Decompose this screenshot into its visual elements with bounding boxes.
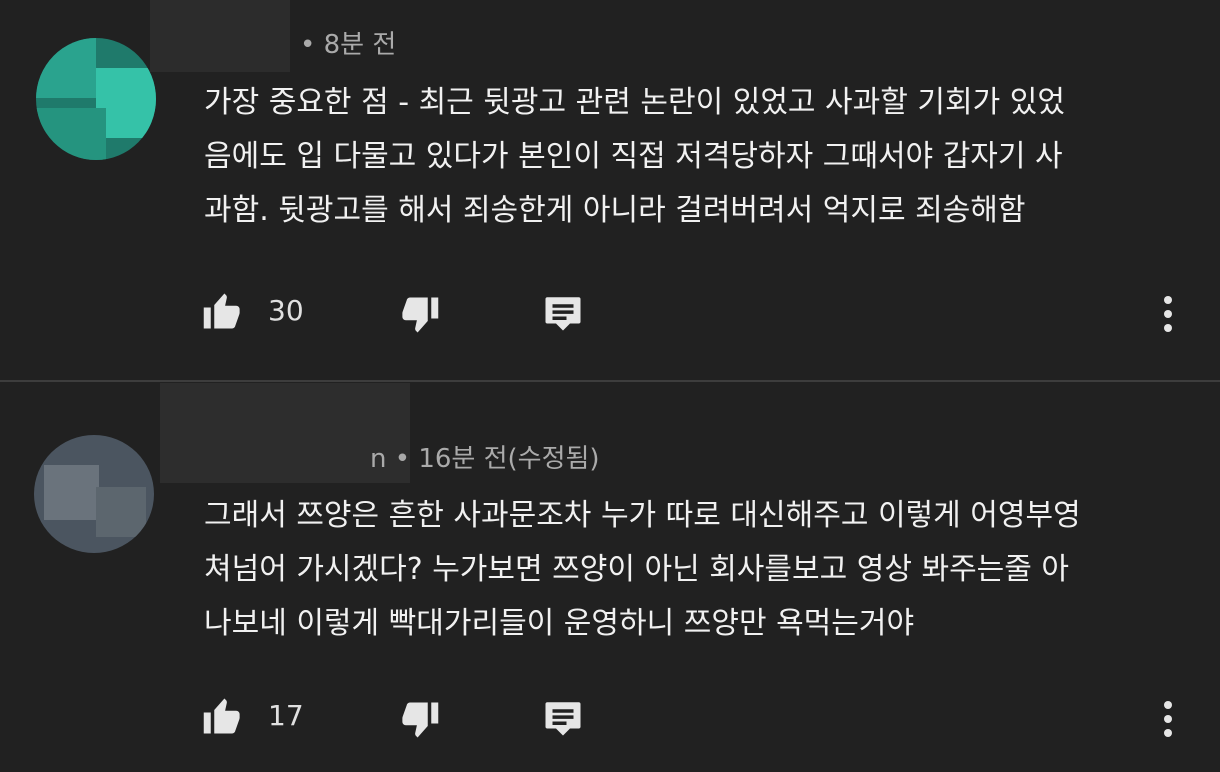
comment-line: 과함. 뒷광고를 해서 죄송한게 아니라 걸려버려서 억지로 죄송해함: [204, 193, 1026, 228]
thumbs-down-icon[interactable]: [396, 294, 442, 336]
comment-icon[interactable]: [540, 292, 586, 334]
more-vertical-icon[interactable]: [1158, 697, 1178, 741]
comment-line: 그래서 쯔양은 흔한 사과문조차 누가 따로 대신해주고 이렇게 어영부영: [204, 498, 1081, 533]
avatar-pixel: [96, 487, 146, 537]
avatar-pixel: [36, 38, 96, 98]
dot: [1164, 296, 1172, 304]
thumbs-down-icon[interactable]: [396, 699, 442, 741]
dot: [1164, 324, 1172, 332]
comment-item: • 8분 전 가장 중요한 점 - 최근 뒷광고 관련 논란이 있었고 사과할 …: [0, 0, 1220, 382]
thumbs-up-icon[interactable]: [200, 290, 246, 332]
avatar[interactable]: [34, 435, 154, 553]
dot: [1164, 729, 1172, 737]
more-vertical-icon[interactable]: [1158, 292, 1178, 336]
like-count: 17: [268, 699, 304, 732]
comment-meta: • 8분 전: [300, 30, 397, 60]
comment-line: 음에도 입 다물고 있다가 본인이 직접 저격당하자 그때서야 갑자기 사: [204, 139, 1063, 174]
dot: [1164, 310, 1172, 318]
avatar-pixel: [44, 465, 99, 520]
comment-item: n • 16분 전(수정됨) 그래서 쯔양은 흔한 사과문조차 누가 따로 대신…: [0, 383, 1220, 772]
comment-divider: [0, 380, 1220, 382]
comment-line: 나보네 이렇게 빡대가리들이 운영하니 쯔양만 욕먹는거야: [204, 606, 915, 641]
comment-text: 그래서 쯔양은 흔한 사과문조차 누가 따로 대신해주고 이렇게 어영부영 쳐넘…: [204, 489, 1194, 651]
avatar-pixel: [36, 108, 106, 160]
comment-line: 가장 중요한 점 - 최근 뒷광고 관련 논란이 있었고 사과할 기회가 있었: [204, 85, 1065, 120]
comment-line: 쳐넘어 가시겠다? 누가보면 쯔양이 아닌 회사를보고 영상 봐주는줄 아: [204, 552, 1070, 587]
dot: [1164, 701, 1172, 709]
comment-icon[interactable]: [540, 697, 586, 739]
author-name-blurred[interactable]: [150, 0, 290, 72]
avatar[interactable]: [36, 38, 156, 160]
like-count: 30: [268, 294, 304, 327]
comment-text: 가장 중요한 점 - 최근 뒷광고 관련 논란이 있었고 사과할 기회가 있었 …: [204, 76, 1194, 238]
dot: [1164, 715, 1172, 723]
thumbs-up-icon[interactable]: [200, 695, 246, 737]
comment-meta: n • 16분 전(수정됨): [370, 444, 600, 474]
